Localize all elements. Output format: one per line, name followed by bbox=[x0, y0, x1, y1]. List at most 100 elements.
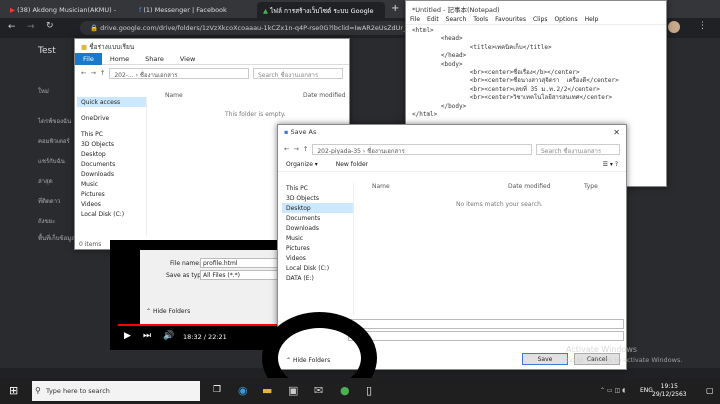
nav-local-disk[interactable]: Local Disk (C:) bbox=[282, 263, 353, 273]
drive-item[interactable]: ถังขยะ bbox=[38, 216, 55, 226]
menu-search[interactable]: Search bbox=[446, 16, 467, 23]
ribbon-view[interactable]: View bbox=[172, 53, 203, 65]
play-icon[interactable]: ▶ bbox=[124, 331, 131, 341]
store-icon[interactable]: ▣ bbox=[288, 384, 298, 397]
nav-videos[interactable]: Videos bbox=[282, 253, 353, 263]
lock-icon: 🔒 bbox=[90, 24, 101, 32]
up-icon[interactable]: ↑ bbox=[100, 69, 105, 77]
nav-onedrive[interactable]: OneDrive bbox=[77, 113, 146, 123]
nav-desktop[interactable]: Desktop bbox=[77, 149, 146, 159]
nav-documents[interactable]: Documents bbox=[77, 159, 146, 169]
back-icon[interactable]: ← bbox=[8, 22, 16, 32]
mail-icon[interactable]: ✉ bbox=[314, 384, 323, 397]
file-name-field[interactable] bbox=[348, 319, 624, 329]
column-name[interactable]: Name bbox=[372, 183, 390, 190]
drive-item[interactable]: ที่ติดดาว bbox=[38, 196, 60, 206]
save-type-select[interactable]: All Files (*.*) bbox=[200, 270, 278, 280]
organize-button[interactable]: Organize ▾ bbox=[286, 161, 318, 168]
language-indicator[interactable]: ENG bbox=[640, 387, 653, 394]
notepad-icon[interactable]: ▯ bbox=[366, 384, 372, 397]
taskbar-clock[interactable]: 19:15 29/12/2563 bbox=[652, 383, 687, 399]
reload-icon[interactable]: ↻ bbox=[46, 21, 54, 31]
more-icon[interactable]: ⋮ bbox=[698, 21, 707, 31]
new-tab-button[interactable]: + bbox=[388, 2, 402, 18]
url-text: drive.google.com/drive/folders/1zVzXkcoX… bbox=[100, 24, 410, 32]
nav-music[interactable]: Music bbox=[77, 179, 146, 189]
nav-this-pc[interactable]: This PC bbox=[282, 183, 353, 193]
nav-local-disk[interactable]: Local Disk (C:) bbox=[77, 209, 146, 219]
menu-options[interactable]: Options bbox=[554, 16, 577, 23]
file-explorer-icon[interactable]: ▬ bbox=[262, 384, 272, 397]
menu-clips[interactable]: Clips bbox=[533, 16, 547, 23]
menu-file[interactable]: File bbox=[410, 16, 420, 23]
code-line: </head> bbox=[412, 52, 467, 60]
behind-dialog: File name: profile.html Save as type: Al… bbox=[140, 250, 280, 324]
nav-this-pc[interactable]: This PC bbox=[77, 129, 146, 139]
column-type[interactable]: Type bbox=[584, 183, 598, 190]
drive-item[interactable]: คอมพิวเตอร์ bbox=[38, 136, 70, 146]
ribbon-file[interactable]: File bbox=[75, 53, 102, 65]
file-name-label: File name: bbox=[170, 260, 201, 267]
ribbon-home[interactable]: Home bbox=[102, 53, 137, 65]
drive-item[interactable]: ไดรฟ์ของฉัน bbox=[38, 116, 71, 126]
nav-pictures[interactable]: Pictures bbox=[282, 243, 353, 253]
nav-quick-access[interactable]: Quick access bbox=[77, 97, 146, 107]
tab-messenger[interactable]: f (1) Messenger | Facebook bbox=[133, 2, 253, 18]
drive-new-button[interactable]: ใหม่ bbox=[38, 86, 49, 96]
view-icon[interactable]: ☰ ▾ ? bbox=[603, 161, 618, 168]
nav-data-drive[interactable]: DATA (E:) bbox=[282, 273, 353, 283]
menu-favourites[interactable]: Favourites bbox=[495, 16, 526, 23]
menu-edit[interactable]: Edit bbox=[427, 16, 439, 23]
nav-downloads[interactable]: Downloads bbox=[282, 223, 353, 233]
ribbon-share[interactable]: Share bbox=[137, 53, 172, 65]
back-icon[interactable]: ← bbox=[81, 69, 86, 77]
drive-item[interactable]: พื้นที่เก็บข้อมูล bbox=[38, 233, 75, 243]
windows-start-icon[interactable]: ⊞ bbox=[9, 384, 18, 397]
volume-icon[interactable]: 🔊 bbox=[163, 331, 174, 341]
drive-item[interactable]: แชร์กับฉัน bbox=[38, 156, 65, 166]
nav-3d-objects[interactable]: 3D Objects bbox=[282, 193, 353, 203]
nav-pictures[interactable]: Pictures bbox=[77, 189, 146, 199]
avatar[interactable] bbox=[668, 21, 680, 33]
taskbar-search-input[interactable]: ⚲ Type here to search bbox=[32, 381, 200, 401]
column-date[interactable]: Date modified bbox=[508, 183, 551, 190]
empty-message: This folder is empty. bbox=[225, 111, 286, 118]
nav-music[interactable]: Music bbox=[282, 233, 353, 243]
forward-icon[interactable]: → bbox=[293, 145, 298, 153]
nav-videos[interactable]: Videos bbox=[77, 199, 146, 209]
next-icon[interactable]: ⏭ bbox=[143, 331, 151, 341]
path-field[interactable]: 202-piyada-35 › ชื่องานเอกสาร bbox=[312, 143, 532, 155]
forward-icon[interactable]: → bbox=[27, 22, 35, 32]
nav-desktop[interactable]: Desktop bbox=[282, 203, 353, 213]
notification-icon[interactable]: ▢ bbox=[706, 386, 714, 395]
forward-icon[interactable]: → bbox=[90, 69, 95, 77]
column-date[interactable]: Date modified bbox=[303, 92, 346, 99]
notepad-editor[interactable]: <html> <head> <title>เทคนิคเก็บ</title> … bbox=[406, 25, 666, 121]
url-field[interactable]: 🔒 drive.google.com/drive/folders/1zVzXkc… bbox=[80, 21, 410, 35]
path-field[interactable]: 202-... › ชื่องานเอกสาร bbox=[109, 67, 249, 79]
column-name[interactable]: Name bbox=[165, 92, 183, 99]
up-icon[interactable]: ↑ bbox=[303, 145, 308, 153]
clock-date: 29/12/2563 bbox=[652, 391, 687, 398]
save-type-select[interactable] bbox=[348, 331, 624, 341]
task-view-icon[interactable]: ❐ bbox=[213, 385, 221, 395]
search-input[interactable]: Search ชื่องานเอกสาร bbox=[253, 67, 343, 79]
nav-documents[interactable]: Documents bbox=[282, 213, 353, 223]
search-input[interactable]: Search ชื่องานเอกสาร bbox=[536, 143, 620, 155]
tab-youtube[interactable]: ▶ (38) Akdong Musician(AKMU) - bbox=[4, 2, 130, 18]
drive-item[interactable]: ล่าสุด bbox=[38, 176, 53, 186]
edge-icon[interactable]: ◉ bbox=[238, 384, 248, 397]
tab-drive[interactable]: ▲ ไฟล์ การสร้างเว็บไซต์ ระบบ Google bbox=[257, 2, 385, 18]
close-icon[interactable]: ✕ bbox=[613, 128, 620, 137]
nav-downloads[interactable]: Downloads bbox=[77, 169, 146, 179]
menu-tools[interactable]: Tools bbox=[473, 16, 488, 23]
back-icon[interactable]: ← bbox=[284, 145, 289, 153]
tray-icons[interactable]: ⌃ ▭ ◫ ◖ bbox=[600, 387, 625, 394]
hide-folders-button[interactable]: ⌃ Hide Folders bbox=[146, 308, 190, 315]
file-name-field[interactable]: profile.html bbox=[200, 258, 278, 268]
nav-3d-objects[interactable]: 3D Objects bbox=[77, 139, 146, 149]
save-button[interactable]: Save bbox=[522, 353, 568, 365]
new-folder-button[interactable]: New folder bbox=[336, 161, 368, 168]
chrome-icon[interactable]: ● bbox=[340, 384, 350, 397]
menu-help[interactable]: Help bbox=[585, 16, 599, 23]
